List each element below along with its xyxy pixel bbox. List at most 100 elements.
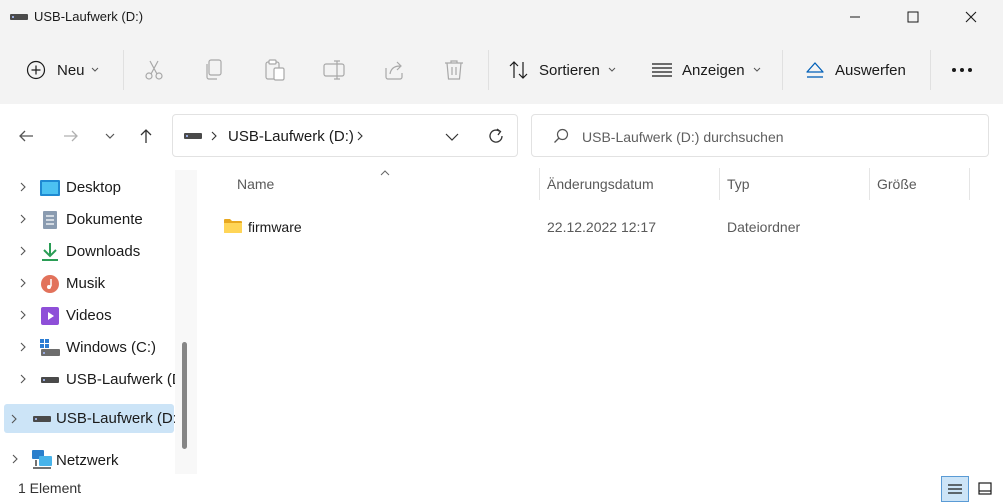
sidebar-item-label: USB-Laufwerk (D:) [56,410,182,427]
documents-icon [43,211,57,229]
tiles-view-button[interactable] [973,476,999,502]
arrow-up-icon [140,129,152,143]
sidebar-item-network[interactable]: Netzwerk [0,444,178,476]
view-button[interactable]: Anzeigen [651,50,761,90]
preview-pane-icon [978,482,992,495]
chevron-right-icon[interactable] [20,310,26,320]
more-options-button[interactable] [951,50,973,90]
arrow-right-icon [64,130,78,142]
sidebar-item-music[interactable]: Musik [0,268,178,300]
delete-button[interactable] [444,50,464,90]
chevron-right-icon[interactable] [20,214,26,224]
sidebar-item-usb-drive[interactable]: USB-Laufwerk (D:) [0,364,178,396]
eject-icon [806,62,824,78]
column-header-name[interactable]: Name [237,176,274,192]
file-type: Dateiordner [727,219,801,235]
sidebar-item-label: Windows (C:) [66,339,157,356]
sidebar-item-windows-c[interactable]: Windows (C:) [0,332,178,364]
new-button[interactable]: Neu [26,50,99,90]
up-button[interactable] [130,120,162,152]
chevron-right-icon[interactable] [20,374,26,384]
new-button-label: Neu [57,61,85,79]
chevron-right-icon[interactable] [20,182,26,192]
sidebar-scrollbar-thumb[interactable] [182,342,187,449]
toolbar-divider [488,50,489,90]
column-header-type[interactable]: Typ [727,176,750,192]
chevron-right-icon[interactable] [357,131,363,141]
table-row[interactable]: firmware 22.12.2022 12:17 Dateiordner [212,210,970,244]
toolbar-divider [123,50,124,90]
breadcrumb[interactable]: USB-Laufwerk (D:) [228,128,354,145]
address-history-dropdown[interactable] [445,133,459,141]
address-bar[interactable]: USB-Laufwerk (D:) [172,114,518,157]
paste-button[interactable] [264,50,286,90]
sidebar-item-downloads[interactable]: Downloads [0,236,178,268]
usb-drive-icon [41,377,59,383]
desktop-icon [40,180,60,196]
sort-button[interactable]: Sortieren [508,50,616,90]
minimize-button[interactable] [832,0,878,34]
copy-button[interactable] [205,50,223,90]
chevron-right-icon[interactable] [20,278,26,288]
chevron-down-icon [753,67,760,72]
sidebar-item-label: Desktop [66,179,122,196]
chevron-right-icon[interactable] [20,246,26,256]
maximize-button[interactable] [890,0,936,34]
search-placeholder: USB-Laufwerk (D:) durchsuchen [582,129,784,145]
forward-button[interactable] [55,120,87,152]
chevron-down-icon [91,67,98,72]
chevron-right-icon[interactable] [11,414,17,424]
sidebar-item-label: Netzwerk [56,452,119,469]
sidebar-item-label: Videos [66,307,112,324]
drive-icon [10,14,28,20]
rename-button[interactable] [323,50,347,90]
chevron-right-icon[interactable] [20,342,26,352]
downloads-icon [42,243,58,261]
chevron-right-icon[interactable] [12,454,18,464]
toolbar-divider [782,50,783,90]
network-icon [32,450,52,469]
sidebar-item-label: Dokumente [66,211,143,228]
eject-button-label: Auswerfen [835,61,906,79]
videos-icon [41,307,59,325]
share-icon [385,61,403,80]
sidebar-item-usb-drive-selected[interactable]: USB-Laufwerk (D:) [4,404,182,433]
chevron-down-icon [608,67,616,72]
share-button[interactable] [384,50,406,90]
toolbar-divider [930,50,931,90]
search-icon [554,128,569,143]
back-button[interactable] [10,120,42,152]
cut-button[interactable] [144,50,164,90]
sort-ascending-icon [380,170,390,176]
chevron-right-icon [211,131,217,141]
details-view-button[interactable] [941,476,969,502]
refresh-icon[interactable] [487,127,505,145]
sidebar-item-label: Downloads [66,243,141,260]
sidebar-item-videos[interactable]: Videos [0,300,178,332]
recent-locations-button[interactable] [94,120,126,152]
cut-icon [145,60,163,80]
details-view-icon [948,484,962,494]
arrow-left-icon [19,130,33,142]
add-icon [26,60,46,80]
window-title: USB-Laufwerk (D:) [34,9,144,24]
sidebar-item-documents[interactable]: Dokumente [0,204,178,236]
column-divider[interactable] [969,168,970,200]
sort-button-label: Sortieren [539,61,600,79]
drive-icon [184,133,202,139]
column-divider[interactable] [719,168,720,200]
column-divider[interactable] [869,168,870,200]
column-header-date[interactable]: Änderungsdatum [547,176,654,192]
search-input[interactable]: USB-Laufwerk (D:) durchsuchen [531,114,989,157]
column-header-size[interactable]: Größe [877,176,917,192]
column-divider[interactable] [539,168,540,200]
paste-icon [265,59,285,81]
view-button-label: Anzeigen [682,61,745,79]
sidebar-item-desktop[interactable]: Desktop [0,172,178,204]
copy-icon [206,59,222,80]
close-button[interactable] [948,0,994,34]
sort-icon [509,61,528,79]
windows-drive-icon [40,339,60,356]
usb-drive-icon [33,416,51,422]
eject-button[interactable]: Auswerfen [805,50,906,90]
